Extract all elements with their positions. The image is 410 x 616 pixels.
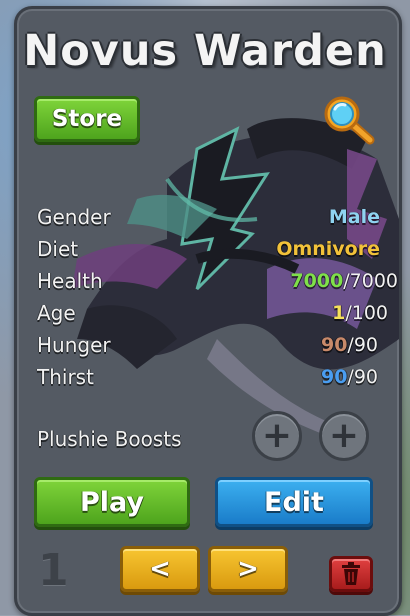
hunger-value: 90/90: [321, 334, 378, 356]
magnifier-icon[interactable]: [318, 92, 378, 146]
age-max: /100: [345, 302, 388, 324]
diet-label: Diet: [37, 237, 79, 261]
store-button[interactable]: Store: [34, 96, 140, 142]
plushie-slot-1[interactable]: +: [252, 411, 302, 461]
plushie-boosts-label: Plushie Boosts: [37, 427, 182, 451]
health-label: Health: [37, 269, 103, 293]
plus-icon: +: [328, 415, 360, 456]
age-current: 1: [332, 302, 346, 324]
gender-label: Gender: [37, 205, 111, 229]
thirst-current: 90: [320, 366, 348, 388]
age-label: Age: [37, 301, 76, 325]
trash-icon: [342, 562, 360, 585]
health-max: /7000: [343, 270, 398, 292]
hunger-current: 90: [320, 334, 348, 356]
slot-number: 1: [38, 545, 69, 596]
plushie-slot-2[interactable]: +: [319, 411, 369, 461]
diet-value: Omnivore: [276, 238, 380, 260]
gender-value: Male: [328, 206, 380, 228]
next-button[interactable]: >: [208, 546, 288, 592]
previous-button[interactable]: <: [120, 546, 200, 592]
hunger-label: Hunger: [37, 333, 111, 357]
thirst-label: Thirst: [37, 365, 94, 389]
thirst-value: 90/90: [321, 366, 378, 388]
health-value: 7000/7000: [290, 270, 398, 292]
creature-name: Novus Warden: [23, 26, 387, 76]
health-current: 7000: [290, 270, 344, 292]
hunger-max: /90: [347, 334, 378, 356]
age-value: 1/100: [332, 302, 388, 324]
play-button[interactable]: Play: [34, 477, 190, 527]
delete-button[interactable]: [329, 556, 373, 592]
edit-button[interactable]: Edit: [215, 477, 373, 527]
thirst-max: /90: [347, 366, 378, 388]
plus-icon: +: [261, 415, 293, 456]
